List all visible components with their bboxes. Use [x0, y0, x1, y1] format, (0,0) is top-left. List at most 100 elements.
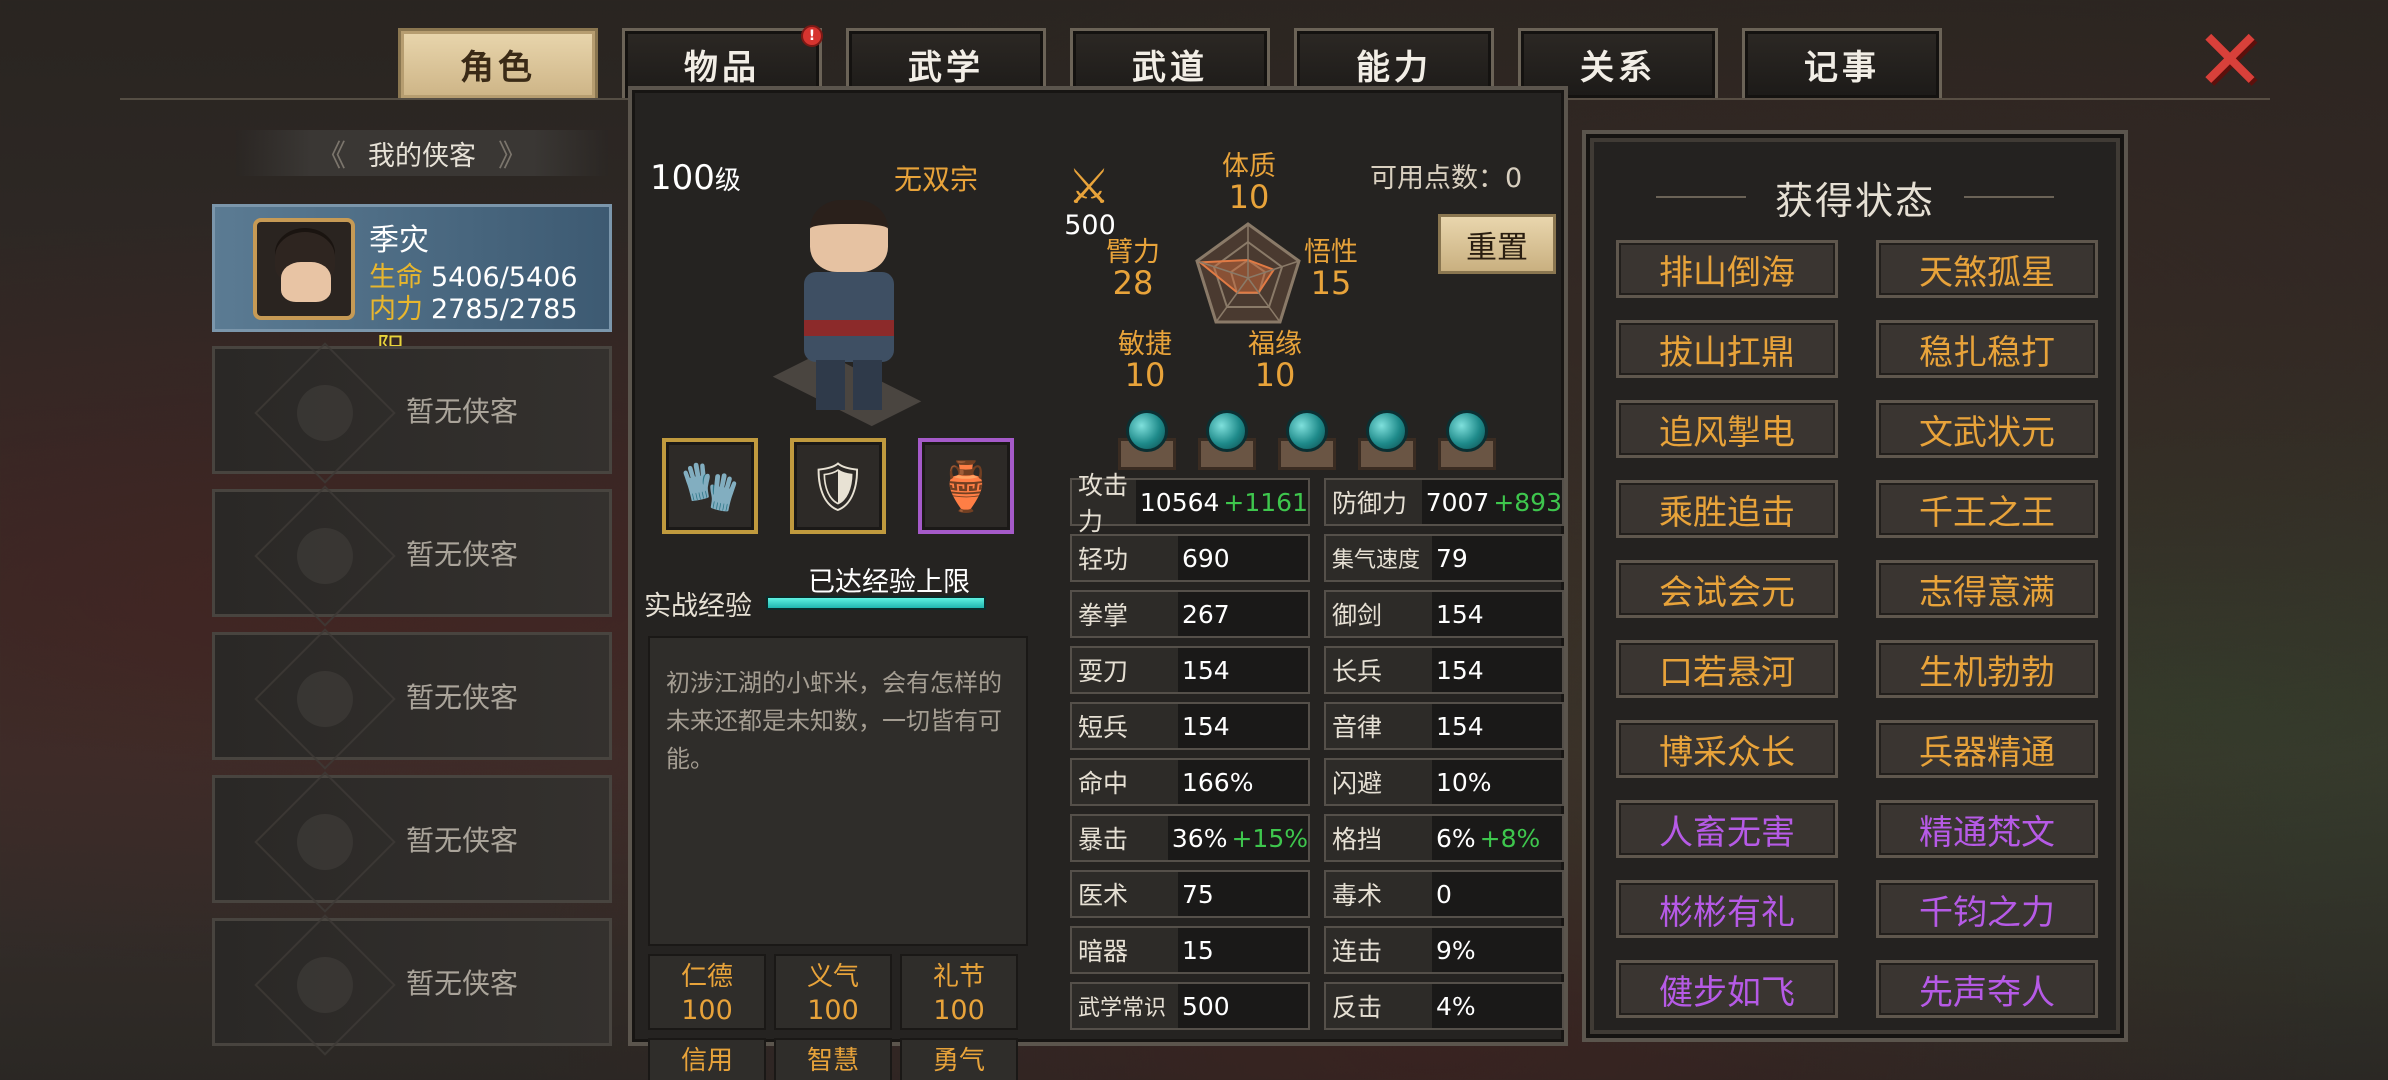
virtue-cell: 信用100: [648, 1038, 766, 1080]
stat-value: 154: [1436, 655, 1484, 685]
stat-row: 毒术 0: [1324, 870, 1564, 918]
roster-empty-slot[interactable]: 暂无侠客: [212, 914, 612, 1056]
status-chip[interactable]: 精通梵文: [1876, 800, 2098, 858]
stat-row: 闪避 10%: [1324, 758, 1564, 806]
status-chip[interactable]: 人畜无害: [1616, 800, 1838, 858]
silhouette-icon: [254, 771, 396, 913]
stat-value: 500: [1182, 991, 1230, 1021]
virtue-value: 100: [681, 995, 733, 1026]
gem-slot-icon[interactable]: [1192, 406, 1256, 470]
status-chip[interactable]: 健步如飞: [1616, 960, 1838, 1018]
close-button[interactable]: ✕: [2190, 18, 2270, 102]
status-chip[interactable]: 会试会元: [1616, 560, 1838, 618]
level-unit: 级: [714, 166, 741, 196]
stat-label: 轻功: [1072, 536, 1178, 580]
gem-slot-icon[interactable]: [1432, 406, 1496, 470]
tab-6[interactable]: 记事: [1742, 28, 1942, 98]
status-chip[interactable]: 天煞孤星: [1876, 240, 2098, 298]
stat-value: 79: [1436, 543, 1468, 573]
stat-bonus: +893: [1493, 487, 1562, 517]
status-title: 获得状态: [1586, 170, 2124, 225]
armor-icon: 🛡: [807, 458, 869, 515]
status-chip[interactable]: 先声夺人: [1876, 960, 2098, 1018]
stat-value: 9%: [1436, 935, 1476, 965]
empty-slot-label: 暂无侠客: [405, 538, 518, 571]
stat-row: 反击 4%: [1324, 982, 1564, 1030]
virtue-label: 智慧: [806, 1046, 859, 1076]
status-chip[interactable]: 文武状元: [1876, 400, 2098, 458]
status-chip[interactable]: 乘胜追击: [1616, 480, 1838, 538]
tab-label: 武学: [908, 48, 984, 88]
status-chip[interactable]: 志得意满: [1876, 560, 2098, 618]
attr-minjie: 敏捷 10: [1118, 329, 1172, 394]
virtue-cell: 义气 100: [774, 954, 892, 1030]
stat-value: 267: [1182, 599, 1230, 629]
roster-empty-slot[interactable]: 暂无侠客: [212, 485, 612, 627]
stat-row: 连击 9%: [1324, 926, 1564, 974]
attr-tizhi: 体质 10: [1222, 151, 1276, 216]
virtue-cell: 礼节 100: [900, 954, 1018, 1030]
stats-grid: 攻击力 10564 +1161 防御力 7007 +893 轻功 690 集气速度 79 拳掌 267…: [1070, 471, 1564, 1030]
stat-row: 攻击力 10564 +1161: [1070, 471, 1310, 536]
status-chip[interactable]: 千钧之力: [1876, 880, 2098, 938]
virtue-label: 义气: [806, 962, 859, 992]
status-chip[interactable]: 追风掣电: [1616, 400, 1838, 458]
level-display: 100级: [650, 158, 741, 198]
virtue-label: 礼节: [932, 962, 985, 992]
virtue-label: 仁德: [680, 962, 733, 992]
gem-slot-icon[interactable]: [1272, 406, 1336, 470]
stat-label: 连击: [1326, 928, 1432, 972]
stat-label: 暗器: [1072, 928, 1178, 972]
exp-label: 实战经验: [644, 591, 752, 622]
character-sprite: [772, 184, 922, 427]
stat-bonus: +15%: [1231, 823, 1308, 853]
gem-slot-icon[interactable]: [1352, 406, 1416, 470]
character-panel: 100级 无双宗 ⚔ 500 体质 10 悟性 15 福缘 10 敏捷 10 臂力 28 …: [628, 86, 1568, 1080]
exp-progress-fill: [768, 598, 984, 608]
stat-label: 闪避: [1326, 760, 1432, 804]
stat-value: 154: [1182, 711, 1230, 741]
status-chip[interactable]: 排山倒海: [1616, 240, 1838, 298]
virtue-value: 100: [933, 995, 985, 1026]
roster-empty-slot[interactable]: 暂无侠客: [212, 342, 612, 484]
roster-list: 季灾 生命5406/5406 内力2785/2785阳 暂无侠客暂无侠客暂无侠客…: [212, 204, 612, 1061]
status-chip[interactable]: 博采众长: [1616, 720, 1838, 778]
silhouette-icon: [254, 914, 396, 1056]
status-chip[interactable]: 彬彬有礼: [1616, 880, 1838, 938]
status-chip[interactable]: 拔山扛鼎: [1616, 320, 1838, 378]
available-points: 可用点数：0: [1370, 163, 1523, 194]
tab-label: 角色: [460, 48, 536, 88]
roster-empty-slot[interactable]: 暂无侠客: [212, 628, 612, 770]
equip-slot-gauntlet[interactable]: 🧤: [662, 438, 758, 534]
exp-progress-bar: [766, 596, 986, 610]
stat-value: 154: [1436, 599, 1484, 629]
roster-hero-card[interactable]: 季灾 生命5406/5406 内力2785/2785阳: [212, 204, 612, 364]
stat-row: 长兵 154: [1324, 646, 1564, 694]
equip-slot-armor[interactable]: 🛡: [790, 438, 886, 534]
stat-row: 拳掌 267: [1070, 590, 1310, 638]
status-chip[interactable]: 口若悬河: [1616, 640, 1838, 698]
status-chip[interactable]: 兵器精通: [1876, 720, 2098, 778]
virtue-cell: 仁德 100: [648, 954, 766, 1030]
stat-label: 长兵: [1326, 648, 1432, 692]
stat-value: 10564 +1161: [1139, 487, 1308, 517]
status-chip[interactable]: 稳扎稳打: [1876, 320, 2098, 378]
hero-name: 季灾: [369, 223, 429, 258]
stat-value: 7007 +893: [1425, 487, 1562, 517]
tab-0[interactable]: 角色: [398, 28, 598, 98]
roster-empty-slot[interactable]: 暂无侠客: [212, 771, 612, 913]
stat-value: 75: [1182, 879, 1214, 909]
status-chip[interactable]: 生机勃勃: [1876, 640, 2098, 698]
stat-value: 154: [1182, 655, 1230, 685]
stat-value: 166%: [1182, 767, 1254, 797]
status-panel: 获得状态 排山倒海 天煞孤星 拔山扛鼎 稳扎稳打 追风掣电 文武状元 乘胜追击 千王之王 会试会…: [1582, 130, 2128, 1042]
stat-label: 集气速度: [1326, 536, 1432, 580]
stat-value: 36% +15%: [1171, 823, 1308, 853]
status-chip[interactable]: 千王之王: [1876, 480, 2098, 538]
reset-button[interactable]: 重置: [1438, 214, 1556, 274]
equip-slot-accessory[interactable]: 🏺: [918, 438, 1014, 534]
notification-badge-icon: !: [801, 25, 823, 47]
stat-row: 医术 75: [1070, 870, 1310, 918]
empty-slot-label: 暂无侠客: [405, 395, 518, 428]
gem-slot-icon[interactable]: [1112, 406, 1176, 470]
